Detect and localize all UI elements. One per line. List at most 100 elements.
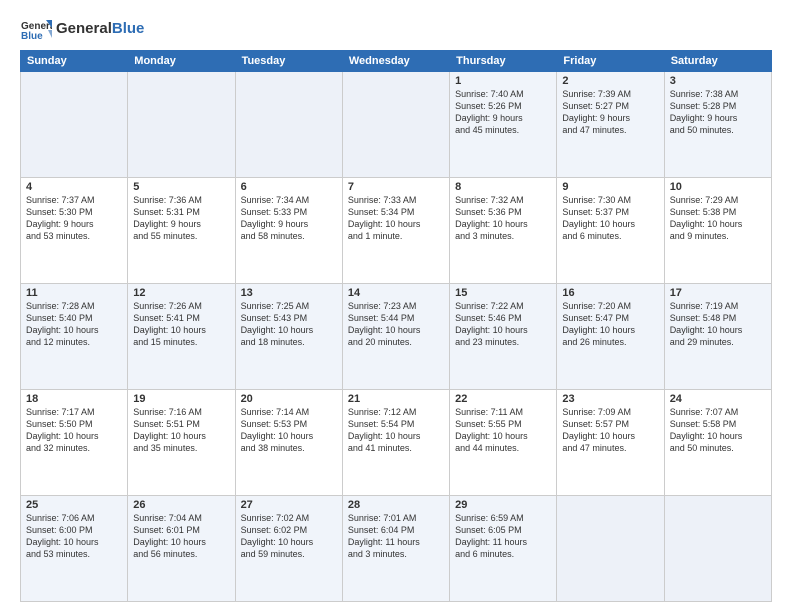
day-info: Sunrise: 7:17 AM Sunset: 5:50 PM Dayligh… xyxy=(26,406,122,455)
day-number: 27 xyxy=(241,499,337,511)
day-number: 10 xyxy=(670,181,766,193)
day-info: Sunrise: 7:40 AM Sunset: 5:26 PM Dayligh… xyxy=(455,88,551,137)
day-number: 6 xyxy=(241,181,337,193)
day-number: 18 xyxy=(26,393,122,405)
logo-icon: General Blue xyxy=(20,16,52,42)
day-number: 2 xyxy=(562,75,658,87)
calendar-cell: 13Sunrise: 7:25 AM Sunset: 5:43 PM Dayli… xyxy=(235,284,342,390)
day-number: 3 xyxy=(670,75,766,87)
day-info: Sunrise: 7:07 AM Sunset: 5:58 PM Dayligh… xyxy=(670,406,766,455)
day-number: 26 xyxy=(133,499,229,511)
calendar-cell: 2Sunrise: 7:39 AM Sunset: 5:27 PM Daylig… xyxy=(557,72,664,178)
calendar-cell: 16Sunrise: 7:20 AM Sunset: 5:47 PM Dayli… xyxy=(557,284,664,390)
day-info: Sunrise: 7:38 AM Sunset: 5:28 PM Dayligh… xyxy=(670,88,766,137)
day-number: 14 xyxy=(348,287,444,299)
calendar-cell: 27Sunrise: 7:02 AM Sunset: 6:02 PM Dayli… xyxy=(235,496,342,602)
calendar: SundayMondayTuesdayWednesdayThursdayFrid… xyxy=(20,50,772,602)
day-number: 1 xyxy=(455,75,551,87)
day-number: 7 xyxy=(348,181,444,193)
day-info: Sunrise: 7:37 AM Sunset: 5:30 PM Dayligh… xyxy=(26,194,122,243)
calendar-cell: 28Sunrise: 7:01 AM Sunset: 6:04 PM Dayli… xyxy=(342,496,449,602)
day-number: 16 xyxy=(562,287,658,299)
calendar-cell xyxy=(664,496,771,602)
calendar-cell: 5Sunrise: 7:36 AM Sunset: 5:31 PM Daylig… xyxy=(128,178,235,284)
calendar-cell: 23Sunrise: 7:09 AM Sunset: 5:57 PM Dayli… xyxy=(557,390,664,496)
day-number: 21 xyxy=(348,393,444,405)
day-info: Sunrise: 7:25 AM Sunset: 5:43 PM Dayligh… xyxy=(241,300,337,349)
day-info: Sunrise: 7:29 AM Sunset: 5:38 PM Dayligh… xyxy=(670,194,766,243)
day-info: Sunrise: 7:04 AM Sunset: 6:01 PM Dayligh… xyxy=(133,512,229,561)
day-info: Sunrise: 7:01 AM Sunset: 6:04 PM Dayligh… xyxy=(348,512,444,561)
day-number: 19 xyxy=(133,393,229,405)
col-header-wednesday: Wednesday xyxy=(342,51,449,72)
day-number: 20 xyxy=(241,393,337,405)
calendar-cell: 18Sunrise: 7:17 AM Sunset: 5:50 PM Dayli… xyxy=(21,390,128,496)
week-row-5: 25Sunrise: 7:06 AM Sunset: 6:00 PM Dayli… xyxy=(21,496,772,602)
calendar-cell: 9Sunrise: 7:30 AM Sunset: 5:37 PM Daylig… xyxy=(557,178,664,284)
col-header-thursday: Thursday xyxy=(450,51,557,72)
day-number: 22 xyxy=(455,393,551,405)
calendar-cell: 22Sunrise: 7:11 AM Sunset: 5:55 PM Dayli… xyxy=(450,390,557,496)
calendar-cell: 4Sunrise: 7:37 AM Sunset: 5:30 PM Daylig… xyxy=(21,178,128,284)
header: General Blue GeneralBlue xyxy=(20,16,772,42)
day-info: Sunrise: 7:26 AM Sunset: 5:41 PM Dayligh… xyxy=(133,300,229,349)
day-info: Sunrise: 7:22 AM Sunset: 5:46 PM Dayligh… xyxy=(455,300,551,349)
week-row-3: 11Sunrise: 7:28 AM Sunset: 5:40 PM Dayli… xyxy=(21,284,772,390)
col-header-tuesday: Tuesday xyxy=(235,51,342,72)
day-info: Sunrise: 7:34 AM Sunset: 5:33 PM Dayligh… xyxy=(241,194,337,243)
day-number: 8 xyxy=(455,181,551,193)
day-info: Sunrise: 7:09 AM Sunset: 5:57 PM Dayligh… xyxy=(562,406,658,455)
week-row-2: 4Sunrise: 7:37 AM Sunset: 5:30 PM Daylig… xyxy=(21,178,772,284)
logo-blue: Blue xyxy=(112,20,145,37)
day-number: 5 xyxy=(133,181,229,193)
calendar-cell: 12Sunrise: 7:26 AM Sunset: 5:41 PM Dayli… xyxy=(128,284,235,390)
day-info: Sunrise: 7:16 AM Sunset: 5:51 PM Dayligh… xyxy=(133,406,229,455)
calendar-cell: 1Sunrise: 7:40 AM Sunset: 5:26 PM Daylig… xyxy=(450,72,557,178)
calendar-cell: 21Sunrise: 7:12 AM Sunset: 5:54 PM Dayli… xyxy=(342,390,449,496)
day-number: 15 xyxy=(455,287,551,299)
calendar-cell: 11Sunrise: 7:28 AM Sunset: 5:40 PM Dayli… xyxy=(21,284,128,390)
day-info: Sunrise: 7:28 AM Sunset: 5:40 PM Dayligh… xyxy=(26,300,122,349)
day-number: 24 xyxy=(670,393,766,405)
calendar-cell: 10Sunrise: 7:29 AM Sunset: 5:38 PM Dayli… xyxy=(664,178,771,284)
calendar-cell: 19Sunrise: 7:16 AM Sunset: 5:51 PM Dayli… xyxy=(128,390,235,496)
logo-general: General xyxy=(56,20,112,37)
calendar-cell: 14Sunrise: 7:23 AM Sunset: 5:44 PM Dayli… xyxy=(342,284,449,390)
day-info: Sunrise: 7:11 AM Sunset: 5:55 PM Dayligh… xyxy=(455,406,551,455)
day-info: Sunrise: 6:59 AM Sunset: 6:05 PM Dayligh… xyxy=(455,512,551,561)
logo: General Blue GeneralBlue xyxy=(20,16,144,42)
calendar-cell: 26Sunrise: 7:04 AM Sunset: 6:01 PM Dayli… xyxy=(128,496,235,602)
day-info: Sunrise: 7:39 AM Sunset: 5:27 PM Dayligh… xyxy=(562,88,658,137)
calendar-cell xyxy=(21,72,128,178)
calendar-cell xyxy=(557,496,664,602)
week-row-4: 18Sunrise: 7:17 AM Sunset: 5:50 PM Dayli… xyxy=(21,390,772,496)
col-header-monday: Monday xyxy=(128,51,235,72)
calendar-cell: 29Sunrise: 6:59 AM Sunset: 6:05 PM Dayli… xyxy=(450,496,557,602)
calendar-cell: 3Sunrise: 7:38 AM Sunset: 5:28 PM Daylig… xyxy=(664,72,771,178)
day-number: 4 xyxy=(26,181,122,193)
day-info: Sunrise: 7:12 AM Sunset: 5:54 PM Dayligh… xyxy=(348,406,444,455)
calendar-cell: 17Sunrise: 7:19 AM Sunset: 5:48 PM Dayli… xyxy=(664,284,771,390)
day-info: Sunrise: 7:33 AM Sunset: 5:34 PM Dayligh… xyxy=(348,194,444,243)
day-info: Sunrise: 7:06 AM Sunset: 6:00 PM Dayligh… xyxy=(26,512,122,561)
calendar-cell xyxy=(342,72,449,178)
calendar-cell xyxy=(235,72,342,178)
day-info: Sunrise: 7:20 AM Sunset: 5:47 PM Dayligh… xyxy=(562,300,658,349)
calendar-cell: 25Sunrise: 7:06 AM Sunset: 6:00 PM Dayli… xyxy=(21,496,128,602)
calendar-cell: 6Sunrise: 7:34 AM Sunset: 5:33 PM Daylig… xyxy=(235,178,342,284)
day-info: Sunrise: 7:30 AM Sunset: 5:37 PM Dayligh… xyxy=(562,194,658,243)
week-row-1: 1Sunrise: 7:40 AM Sunset: 5:26 PM Daylig… xyxy=(21,72,772,178)
day-number: 11 xyxy=(26,287,122,299)
page: General Blue GeneralBlue SundayMondayTue… xyxy=(0,0,792,612)
calendar-cell xyxy=(128,72,235,178)
day-info: Sunrise: 7:32 AM Sunset: 5:36 PM Dayligh… xyxy=(455,194,551,243)
day-number: 9 xyxy=(562,181,658,193)
col-header-friday: Friday xyxy=(557,51,664,72)
day-info: Sunrise: 7:19 AM Sunset: 5:48 PM Dayligh… xyxy=(670,300,766,349)
day-info: Sunrise: 7:02 AM Sunset: 6:02 PM Dayligh… xyxy=(241,512,337,561)
day-info: Sunrise: 7:36 AM Sunset: 5:31 PM Dayligh… xyxy=(133,194,229,243)
calendar-cell: 7Sunrise: 7:33 AM Sunset: 5:34 PM Daylig… xyxy=(342,178,449,284)
day-number: 13 xyxy=(241,287,337,299)
logo-text-block: GeneralBlue xyxy=(56,20,144,38)
calendar-header-row: SundayMondayTuesdayWednesdayThursdayFrid… xyxy=(21,51,772,72)
